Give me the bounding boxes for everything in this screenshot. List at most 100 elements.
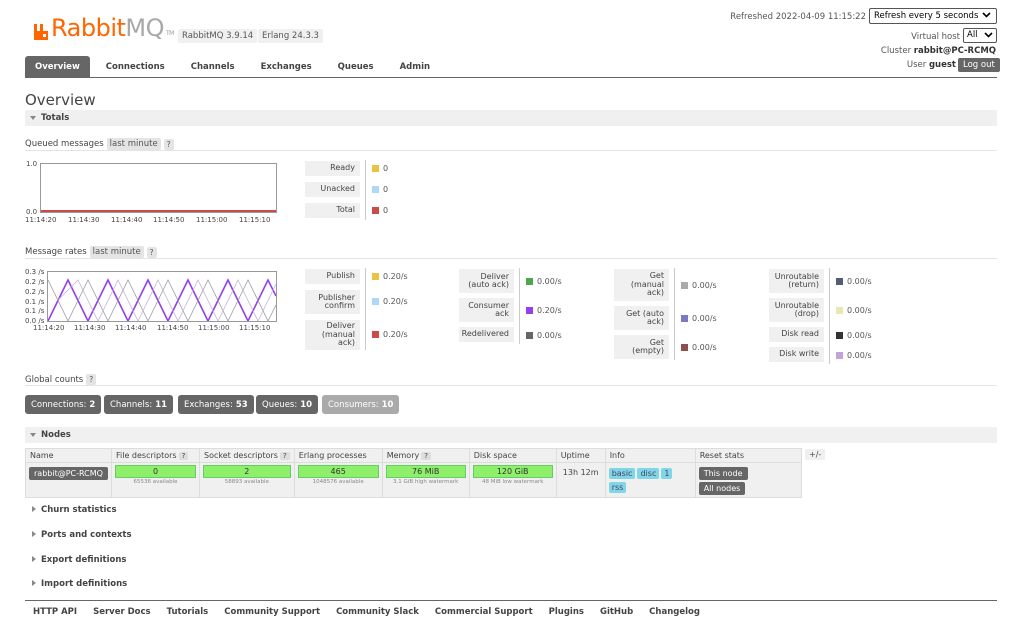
erlang-processes-available: 1048576 available [312,479,364,485]
section-churn-statistics[interactable]: Churn statistics [25,505,117,515]
legend-unroutable-drop[interactable]: Unroutable (drop) [769,298,824,322]
queues-count-button[interactable]: Queues: 10 [256,395,319,414]
count-value: 11 [155,399,168,410]
erlang-version-badge: Erlang 24.3.3 [258,29,323,43]
nodes-table: Name File descriptors? Socket descriptor… [25,448,802,498]
refresh-interval-select[interactable]: Refresh every 5 seconds [869,8,997,24]
footer-link-http-api[interactable]: HTTP API [33,607,77,617]
nodes-section-header[interactable]: Nodes [25,427,997,443]
total-value: 0 [383,206,389,215]
column-header-label: Socket descriptors [204,451,278,460]
collapse-triangle-icon [30,433,36,437]
section-import-definitions[interactable]: Import definitions [25,579,127,589]
x-tick-label: 11:14:50 [153,216,185,224]
chevron-down-icon [982,10,991,22]
logo-tm: TM [166,30,174,37]
message-rates-chart [47,271,277,322]
legend-publish[interactable]: Publish [305,269,360,284]
tab-queues[interactable]: Queues [328,56,384,78]
column-header-label: File descriptors [116,451,177,460]
legend-disk-read-value: 0.00/s [836,331,872,340]
footer-link-community-slack[interactable]: Community Slack [336,607,419,617]
footer-link-tutorials[interactable]: Tutorials [167,607,209,617]
chevron-down-icon [984,30,993,42]
get-empty-value: 0.00/s [692,343,717,352]
legend-deliver-manual-ack[interactable]: Deliver (manual ack) [305,320,360,350]
tab-channels[interactable]: Channels [181,56,245,78]
column-header-name[interactable]: Name [25,448,112,463]
publisher-confirm-color-swatch [372,298,379,305]
reset-all-nodes-button[interactable]: All nodes [698,482,746,495]
legend-get-manual-ack[interactable]: Get (manual ack) [614,269,669,301]
help-icon[interactable]: ? [146,246,157,258]
column-header-reset-stats: Reset stats [694,448,802,463]
rabbitmq-version-badge: RabbitMQ 3.9.14 [178,29,258,43]
legend-separator [519,268,520,344]
legend-unacked[interactable]: Unacked [305,182,360,197]
connections-count-button[interactable]: Connections: 2 [25,395,102,414]
help-icon[interactable]: ? [421,452,431,460]
nodes-heading: Nodes [41,430,71,440]
consumers-count-button[interactable]: Consumers: 10 [322,395,400,414]
column-header-socket-descriptors[interactable]: Socket descriptors? [199,448,295,463]
tab-exchanges[interactable]: Exchanges [251,56,322,78]
publish-value: 0.20/s [383,272,408,281]
column-header-info[interactable]: Info [604,448,696,463]
tab-admin[interactable]: Admin [390,56,441,78]
exchanges-count-button[interactable]: Exchanges: 53 [178,395,254,414]
footer-link-plugins[interactable]: Plugins [549,607,584,617]
tab-connections[interactable]: Connections [96,56,175,78]
legend-get-auto-ack[interactable]: Get (auto ack) [614,306,669,330]
column-header-file-descriptors[interactable]: File descriptors? [111,448,200,463]
column-toggle-button[interactable]: +/- [805,449,826,460]
column-header-erlang-processes[interactable]: Erlang processes [293,448,383,463]
node-name-link[interactable]: rabbit@PC-RCMQ [29,467,108,480]
help-icon[interactable]: ? [86,374,97,385]
channels-count-button[interactable]: Channels: 11 [104,395,174,414]
legend-redelivered[interactable]: Redelivered [459,327,514,342]
totals-section-header[interactable]: Totals [25,110,997,126]
virtual-host-select[interactable]: All [963,28,997,43]
footer-link-commercial-support[interactable]: Commercial Support [435,607,533,617]
column-header-uptime[interactable]: Uptime [555,448,606,463]
legend-disk-write[interactable]: Disk write [769,347,824,362]
reset-this-node-button[interactable]: This node [698,467,748,480]
footer-link-changelog[interactable]: Changelog [649,607,700,617]
unacked-color-swatch [372,186,379,193]
section-export-definitions[interactable]: Export definitions [25,555,126,565]
cluster-label: Cluster [880,46,912,56]
queued-range-selector[interactable]: last minute [106,138,161,150]
legend-unroutable-return[interactable]: Unroutable (return) [769,269,824,293]
footer-link-github[interactable]: GitHub [600,607,633,617]
legend-publisher-confirm[interactable]: Publisher confirm [305,290,360,314]
legend-ready[interactable]: Ready [305,161,360,176]
tab-overview[interactable]: Overview [25,56,90,78]
column-header-disk-space[interactable]: Disk space [468,448,557,463]
message-rates-text: Message rates [25,247,87,257]
file-descriptors-cell: 0 65536 available [111,462,200,498]
legend-total[interactable]: Total [305,203,360,218]
legend-consumer-ack[interactable]: Consumer ack [459,298,514,322]
queued-messages-label: Queued messages last minute ? [25,138,174,150]
legend-disk-write-value: 0.00/s [836,351,872,360]
legend-deliver-auto-ack-value: 0.00/s [526,277,562,286]
help-icon[interactable]: ? [163,138,174,150]
global-counts-text: Global counts [25,374,84,385]
rabbitmq-logo[interactable]: Rabbit MQ TM [33,14,174,42]
ready-value: 0 [383,164,389,173]
legend-disk-read[interactable]: Disk read [769,327,824,342]
help-icon[interactable]: ? [279,452,290,460]
legend-deliver-auto-ack[interactable]: Deliver (auto ack) [459,269,514,293]
column-header-memory[interactable]: Memory? [381,448,470,463]
section-ports-and-contexts[interactable]: Ports and contexts [25,530,132,540]
legend-total-value: 0 [372,206,388,215]
footer-link-server-docs[interactable]: Server Docs [93,607,151,617]
total-series-line [41,210,276,212]
deliver-manual-ack-value: 0.20/s [383,330,408,339]
ready-color-swatch [372,165,379,172]
memory-bar: 76 MiB [385,465,466,478]
legend-get-empty[interactable]: Get (empty) [614,335,669,359]
help-icon[interactable]: ? [178,452,189,460]
rates-range-selector[interactable]: last minute [89,246,144,258]
footer-link-community-support[interactable]: Community Support [224,607,320,617]
